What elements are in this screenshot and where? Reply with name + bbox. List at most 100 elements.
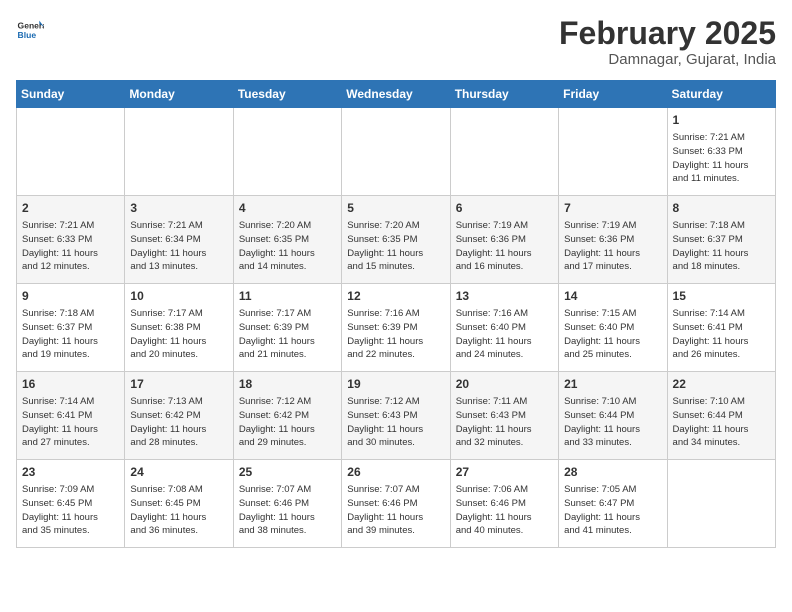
calendar-cell xyxy=(450,108,558,196)
calendar-cell: 18 Sunrise: 7:12 AM Sunset: 6:42 PM Dayli… xyxy=(233,372,341,460)
day-number: 19 xyxy=(347,376,444,393)
calendar-cell: 6Sunrise: 7:19 AM Sunset: 6:36 PM Daylig… xyxy=(450,196,558,284)
day-header-friday: Friday xyxy=(559,81,667,108)
calendar-cell: 11 Sunrise: 7:17 AM Sunset: 6:39 PM Dayli… xyxy=(233,284,341,372)
day-info: Sunrise: 7:10 AM Sunset: 6:44 PM Dayligh… xyxy=(673,395,770,450)
day-number: 12 xyxy=(347,288,444,305)
day-number: 17 xyxy=(130,376,227,393)
day-info: Sunrise: 7:17 AM Sunset: 6:39 PM Dayligh… xyxy=(239,307,336,362)
calendar-cell: 27 Sunrise: 7:06 AM Sunset: 6:46 PM Dayli… xyxy=(450,460,558,548)
day-info: Sunrise: 7:17 AM Sunset: 6:38 PM Dayligh… xyxy=(130,307,227,362)
calendar-cell: 21 Sunrise: 7:10 AM Sunset: 6:44 PM Dayli… xyxy=(559,372,667,460)
day-number: 20 xyxy=(456,376,553,393)
day-info: Sunrise: 7:18 AM Sunset: 6:37 PM Dayligh… xyxy=(673,219,770,274)
page-header: General Blue February 2025 Damnagar, Guj… xyxy=(16,16,776,68)
day-info: Sunrise: 7:16 AM Sunset: 6:39 PM Dayligh… xyxy=(347,307,444,362)
day-info: Sunrise: 7:15 AM Sunset: 6:40 PM Dayligh… xyxy=(564,307,661,362)
day-info: Sunrise: 7:11 AM Sunset: 6:43 PM Dayligh… xyxy=(456,395,553,450)
calendar-cell: 7 Sunrise: 7:19 AM Sunset: 6:36 PM Daylig… xyxy=(559,196,667,284)
calendar-cell: 9 Sunrise: 7:18 AM Sunset: 6:37 PM Daylig… xyxy=(17,284,125,372)
calendar-cell xyxy=(667,460,775,548)
calendar-cell: 15 Sunrise: 7:14 AM Sunset: 6:41 PM Dayli… xyxy=(667,284,775,372)
day-number: 7 xyxy=(564,200,661,217)
day-number: 14 xyxy=(564,288,661,305)
calendar-cell: 28 Sunrise: 7:05 AM Sunset: 6:47 PM Dayli… xyxy=(559,460,667,548)
day-number: 5 xyxy=(347,200,444,217)
day-number: 3 xyxy=(130,200,227,217)
calendar-week-2: 2 Sunrise: 7:21 AM Sunset: 6:33 PM Daylig… xyxy=(17,196,776,284)
day-info: Sunrise: 7:14 AM Sunset: 6:41 PM Dayligh… xyxy=(22,395,119,450)
title-block: February 2025 Damnagar, Gujarat, India xyxy=(559,16,776,68)
calendar-week-4: 16 Sunrise: 7:14 AM Sunset: 6:41 PM Dayli… xyxy=(17,372,776,460)
day-info: Sunrise: 7:12 AM Sunset: 6:43 PM Dayligh… xyxy=(347,395,444,450)
day-number: 24 xyxy=(130,464,227,481)
calendar-cell: 8 Sunrise: 7:18 AM Sunset: 6:37 PM Daylig… xyxy=(667,196,775,284)
calendar-cell: 3 Sunrise: 7:21 AM Sunset: 6:34 PM Daylig… xyxy=(125,196,233,284)
day-info: Sunrise: 7:09 AM Sunset: 6:45 PM Dayligh… xyxy=(22,483,119,538)
day-number: 11 xyxy=(239,288,336,305)
calendar-header-row: SundayMondayTuesdayWednesdayThursdayFrid… xyxy=(17,81,776,108)
day-info: Sunrise: 7:21 AM Sunset: 6:33 PM Dayligh… xyxy=(673,131,770,186)
day-info: Sunrise: 7:13 AM Sunset: 6:42 PM Dayligh… xyxy=(130,395,227,450)
day-info: Sunrise: 7:06 AM Sunset: 6:46 PM Dayligh… xyxy=(456,483,553,538)
day-number: 25 xyxy=(239,464,336,481)
day-info: Sunrise: 7:12 AM Sunset: 6:42 PM Dayligh… xyxy=(239,395,336,450)
calendar-cell: 12 Sunrise: 7:16 AM Sunset: 6:39 PM Dayli… xyxy=(342,284,450,372)
calendar-cell: 23 Sunrise: 7:09 AM Sunset: 6:45 PM Dayli… xyxy=(17,460,125,548)
calendar-body: 1 Sunrise: 7:21 AM Sunset: 6:33 PM Daylig… xyxy=(17,108,776,548)
day-number: 1 xyxy=(673,112,770,129)
day-number: 27 xyxy=(456,464,553,481)
day-info: Sunrise: 7:10 AM Sunset: 6:44 PM Dayligh… xyxy=(564,395,661,450)
day-number: 15 xyxy=(673,288,770,305)
day-info: Sunrise: 7:08 AM Sunset: 6:45 PM Dayligh… xyxy=(130,483,227,538)
day-header-saturday: Saturday xyxy=(667,81,775,108)
day-header-thursday: Thursday xyxy=(450,81,558,108)
calendar-cell xyxy=(559,108,667,196)
calendar-cell: 5 Sunrise: 7:20 AM Sunset: 6:35 PM Daylig… xyxy=(342,196,450,284)
day-header-wednesday: Wednesday xyxy=(342,81,450,108)
month-title: February 2025 xyxy=(559,16,776,51)
day-number: 28 xyxy=(564,464,661,481)
day-info: Sunrise: 7:20 AM Sunset: 6:35 PM Dayligh… xyxy=(239,219,336,274)
day-number: 10 xyxy=(130,288,227,305)
calendar-cell: 4 Sunrise: 7:20 AM Sunset: 6:35 PM Daylig… xyxy=(233,196,341,284)
day-info: Sunrise: 7:05 AM Sunset: 6:47 PM Dayligh… xyxy=(564,483,661,538)
calendar-cell: 19 Sunrise: 7:12 AM Sunset: 6:43 PM Dayli… xyxy=(342,372,450,460)
location-subtitle: Damnagar, Gujarat, India xyxy=(559,51,776,68)
calendar-cell: 17 Sunrise: 7:13 AM Sunset: 6:42 PM Dayli… xyxy=(125,372,233,460)
day-number: 16 xyxy=(22,376,119,393)
day-number: 2 xyxy=(22,200,119,217)
day-number: 8 xyxy=(673,200,770,217)
day-info: Sunrise: 7:07 AM Sunset: 6:46 PM Dayligh… xyxy=(347,483,444,538)
day-info: Sunrise: 7:18 AM Sunset: 6:37 PM Dayligh… xyxy=(22,307,119,362)
svg-text:Blue: Blue xyxy=(18,30,37,40)
day-number: 18 xyxy=(239,376,336,393)
calendar-cell: 22 Sunrise: 7:10 AM Sunset: 6:44 PM Dayli… xyxy=(667,372,775,460)
calendar-cell: 10 Sunrise: 7:17 AM Sunset: 6:38 PM Dayli… xyxy=(125,284,233,372)
day-number: 13 xyxy=(456,288,553,305)
day-info: Sunrise: 7:21 AM Sunset: 6:33 PM Dayligh… xyxy=(22,219,119,274)
day-info: Sunrise: 7:20 AM Sunset: 6:35 PM Dayligh… xyxy=(347,219,444,274)
day-info: Sunrise: 7:19 AM Sunset: 6:36 PM Dayligh… xyxy=(564,219,661,274)
day-number: 21 xyxy=(564,376,661,393)
calendar-week-5: 23 Sunrise: 7:09 AM Sunset: 6:45 PM Dayli… xyxy=(17,460,776,548)
day-info: Sunrise: 7:14 AM Sunset: 6:41 PM Dayligh… xyxy=(673,307,770,362)
calendar-cell: 25 Sunrise: 7:07 AM Sunset: 6:46 PM Dayli… xyxy=(233,460,341,548)
day-number: 9 xyxy=(22,288,119,305)
logo-icon: General Blue xyxy=(16,16,44,44)
day-number: 23 xyxy=(22,464,119,481)
day-header-tuesday: Tuesday xyxy=(233,81,341,108)
calendar-cell: 20 Sunrise: 7:11 AM Sunset: 6:43 PM Dayli… xyxy=(450,372,558,460)
calendar-cell: 24 Sunrise: 7:08 AM Sunset: 6:45 PM Dayli… xyxy=(125,460,233,548)
day-info: Sunrise: 7:19 AM Sunset: 6:36 PM Dayligh… xyxy=(456,219,553,274)
calendar-cell xyxy=(342,108,450,196)
day-number: 4 xyxy=(239,200,336,217)
day-number: 22 xyxy=(673,376,770,393)
calendar-cell: 26 Sunrise: 7:07 AM Sunset: 6:46 PM Dayli… xyxy=(342,460,450,548)
day-info: Sunrise: 7:21 AM Sunset: 6:34 PM Dayligh… xyxy=(130,219,227,274)
day-number: 26 xyxy=(347,464,444,481)
day-info: Sunrise: 7:07 AM Sunset: 6:46 PM Dayligh… xyxy=(239,483,336,538)
logo: General Blue xyxy=(16,16,44,44)
day-header-monday: Monday xyxy=(125,81,233,108)
calendar-week-3: 9 Sunrise: 7:18 AM Sunset: 6:37 PM Daylig… xyxy=(17,284,776,372)
